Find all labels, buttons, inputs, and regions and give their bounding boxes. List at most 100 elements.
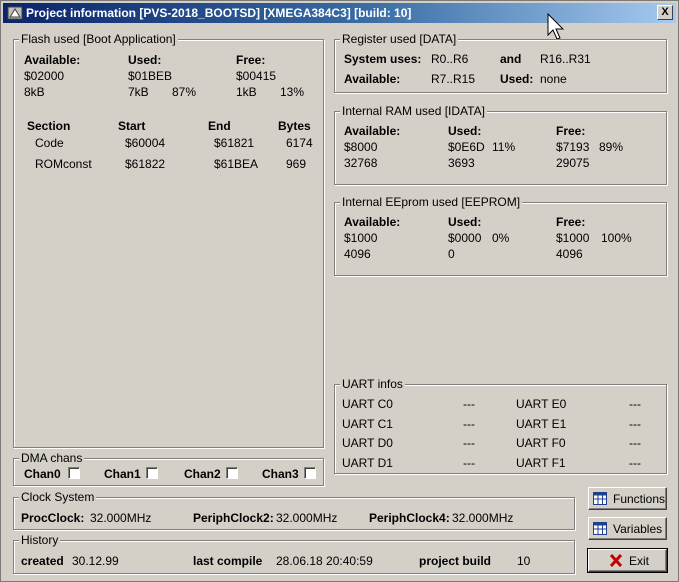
eeprom-group: Internal EEprom used [EEPROM] Available:… [334, 195, 667, 276]
ram-free-dec: 29075 [556, 156, 590, 170]
last-compile-value: 28.06.18 20:40:59 [276, 554, 373, 568]
flash-available-size: 8kB [24, 85, 45, 99]
section-row-0-end: $61821 [214, 136, 255, 150]
eeprom-available-dec: 4096 [344, 247, 371, 261]
uart-row-0-left: UART C0 [342, 397, 393, 411]
ram-free-pct: 89% [599, 140, 624, 154]
uart-group: UART infos UART C0 --- UART E0 --- UART … [334, 377, 667, 474]
project-info-window: Project information [PVS-2018_BOOTSD] [X… [0, 0, 679, 582]
ram-available-hex: $8000 [344, 140, 378, 154]
uart-row-1-right-value: --- [629, 417, 641, 431]
flash-free-pct: 13% [280, 85, 305, 99]
variables-button-label: Variables [613, 522, 663, 536]
eeprom-used-hex: $0000 [448, 231, 482, 245]
ram-used-hex: $0E6D [448, 140, 485, 154]
project-build-value: 10 [517, 554, 531, 568]
register-legend: Register used [DATA] [340, 32, 459, 46]
flash-available-hex: $02000 [24, 69, 65, 83]
variables-button[interactable]: Variables [588, 517, 667, 540]
section-row-0-name: Code [35, 136, 64, 150]
eeprom-free-pct: 100% [601, 231, 632, 245]
periph-clock2-value: 32.000MHz [276, 511, 338, 525]
exit-x-icon [609, 554, 623, 567]
flash-used-size: 7kB [128, 85, 149, 99]
flash-used-pct: 87% [172, 85, 197, 99]
uart-row-2-left: UART D0 [342, 436, 393, 450]
ram-used-label: Used: [448, 124, 482, 138]
section-row-1-start: $61822 [125, 157, 166, 171]
eeprom-available-label: Available: [344, 215, 401, 229]
eeprom-used-label: Used: [448, 215, 482, 229]
uart-row-3-right-value: --- [629, 456, 641, 470]
register-group: Register used [DATA] System uses: R0..R6… [334, 32, 667, 93]
uart-row-1-left-value: --- [463, 417, 475, 431]
register-available-value: R7..R15 [431, 72, 476, 86]
ram-used-dec: 3693 [448, 156, 475, 170]
uart-row-1-right: UART E1 [516, 417, 567, 431]
uart-legend: UART infos [340, 377, 405, 391]
and-value: R16..R31 [540, 52, 591, 66]
exit-button-label: Exit [629, 554, 650, 568]
dma-chan3-label: Chan3 [262, 467, 299, 481]
ram-used-pct: 11% [492, 140, 516, 154]
proc-clock-value: 32.000MHz [90, 511, 152, 525]
flash-group: Flash used [Boot Application] Available:… [13, 32, 324, 448]
uart-row-0-left-value: --- [463, 397, 475, 411]
periph-clock4-label: PeriphClock4: [369, 511, 450, 525]
section-header-end: End [208, 119, 231, 133]
dma-chan0-checkbox[interactable] [68, 467, 80, 479]
history-legend: History [19, 533, 61, 547]
section-row-0-start: $60004 [125, 136, 166, 150]
title-bar[interactable]: Project information [PVS-2018_BOOTSD] [X… [3, 3, 676, 23]
dma-chan2-label: Chan2 [184, 467, 221, 481]
dma-legend: DMA chans [19, 451, 85, 465]
section-header-start: Start [118, 119, 146, 133]
exit-button[interactable]: Exit [587, 548, 668, 573]
clock-legend: Clock System [19, 490, 97, 504]
uart-row-2-right: UART F0 [516, 436, 566, 450]
uart-row-2-right-value: --- [629, 436, 641, 450]
created-value: 30.12.99 [72, 554, 119, 568]
window-title: Project information [PVS-2018_BOOTSD] [X… [26, 6, 412, 20]
clock-group: Clock System ProcClock: 32.000MHz Periph… [13, 490, 575, 530]
ram-available-dec: 32768 [344, 156, 378, 170]
functions-button-label: Functions [613, 492, 666, 506]
eeprom-free-label: Free: [556, 215, 586, 229]
ram-legend: Internal RAM used [IDATA] [340, 104, 487, 118]
history-group: History created 30.12.99 last compile 28… [13, 533, 575, 574]
close-button[interactable]: X [657, 5, 673, 20]
eeprom-free-hex: $1000 [556, 231, 590, 245]
dma-chan2-checkbox[interactable] [226, 467, 238, 479]
section-row-1-bytes: 969 [286, 157, 307, 171]
app-icon [7, 6, 23, 20]
table-icon [593, 492, 607, 505]
eeprom-available-hex: $1000 [344, 231, 378, 245]
flash-used-hex: $01BEB [128, 69, 173, 83]
uart-row-3-left-value: --- [463, 456, 475, 470]
ram-free-label: Free: [556, 124, 586, 138]
periph-clock4-value: 32.000MHz [452, 511, 514, 525]
dma-chan1-checkbox[interactable] [146, 467, 158, 479]
register-used-value: none [540, 72, 567, 86]
dma-group: DMA chans Chan0 Chan1 Chan2 Chan3 [13, 451, 324, 486]
uart-row-1-left: UART C1 [342, 417, 393, 431]
flash-free-hex: $00415 [236, 69, 277, 83]
ram-available-label: Available: [344, 124, 401, 138]
eeprom-legend: Internal EEprom used [EEPROM] [340, 195, 523, 209]
register-used-label: Used: [500, 72, 534, 86]
flash-free-label: Free: [236, 53, 266, 67]
section-row-0-bytes: 6174 [286, 136, 313, 150]
section-header-section: Section [27, 119, 71, 133]
table-icon [593, 522, 607, 535]
flash-used-label: Used: [128, 53, 162, 67]
mouse-cursor-icon [547, 13, 565, 40]
functions-button[interactable]: Functions [588, 487, 667, 510]
uart-row-2-left-value: --- [463, 436, 475, 450]
project-build-label: project build [419, 554, 491, 568]
uart-row-0-right: UART E0 [516, 397, 567, 411]
dma-chan3-checkbox[interactable] [304, 467, 316, 479]
dma-chan1-label: Chan1 [104, 467, 141, 481]
eeprom-used-pct: 0% [492, 231, 510, 245]
flash-free-size: 1kB [236, 85, 257, 99]
ram-group: Internal RAM used [IDATA] Available: Use… [334, 104, 667, 185]
